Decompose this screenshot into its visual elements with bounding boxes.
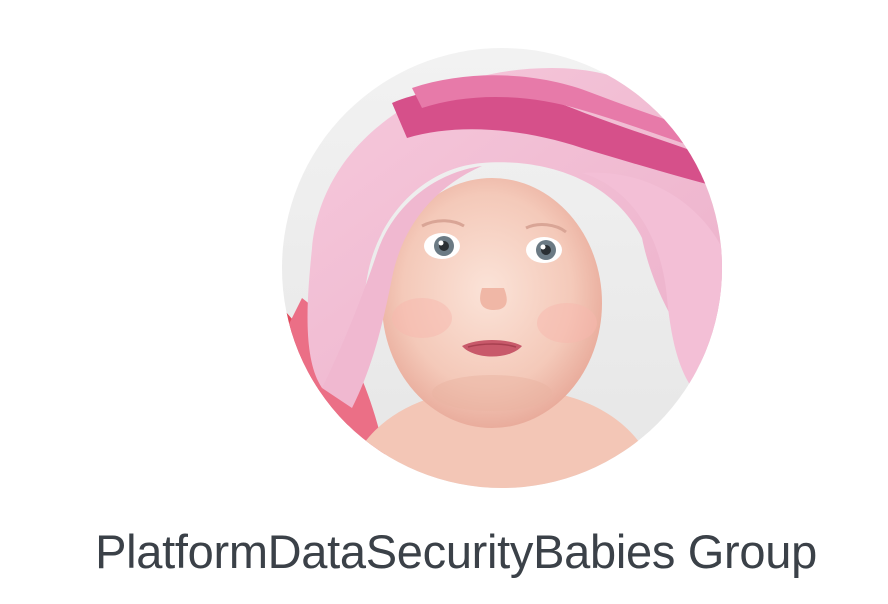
group-profile-page: PlatformDataSecurityBabies Group	[0, 0, 888, 604]
group-avatar-photo	[282, 48, 722, 488]
group-name: PlatformDataSecurityBabies Group	[95, 525, 817, 578]
group-avatar[interactable]	[282, 48, 722, 488]
